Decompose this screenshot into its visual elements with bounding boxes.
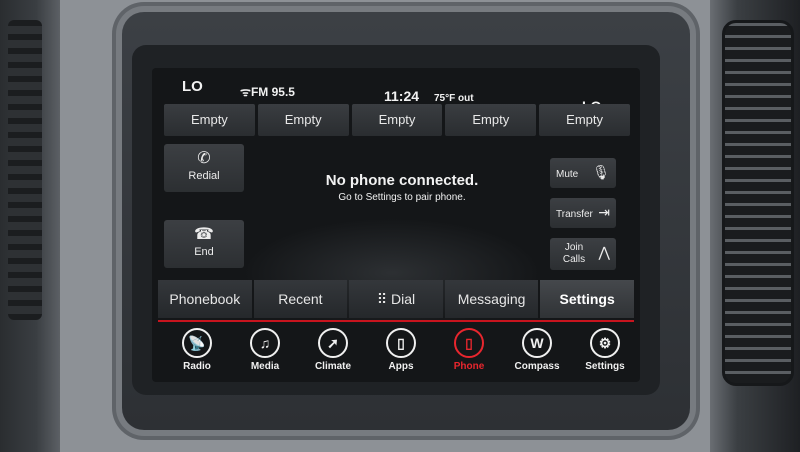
nav-settings[interactable]: ⚙ Settings <box>574 326 636 382</box>
tab-dial[interactable]: ⠿ Dial <box>349 280 443 318</box>
status-bar: LO ᯤFM 95.5 11:24 75°F out LO <box>152 68 640 114</box>
compass-icon: W <box>522 328 552 358</box>
nav-radio[interactable]: 📡 Radio <box>166 326 228 382</box>
left-temp-zone[interactable]: LO <box>182 78 203 95</box>
tab-settings[interactable]: Settings <box>540 280 634 318</box>
favorite-slot-3[interactable]: Empty <box>351 104 443 136</box>
phone-icon: ▯ <box>454 328 484 358</box>
radio-icon: 📡 <box>182 328 212 358</box>
nav-compass[interactable]: W Compass <box>506 326 568 382</box>
transfer-label: Transfer <box>556 209 593 220</box>
transfer-button[interactable]: Transfer ⇥ <box>550 198 616 228</box>
mute-label: Mute <box>556 169 579 180</box>
tab-recent[interactable]: Recent <box>253 280 348 318</box>
message-title: No phone connected. <box>325 172 479 189</box>
dashboard-left <box>0 0 60 452</box>
transfer-icon: ⇥ <box>598 204 610 220</box>
join-calls-button[interactable]: Join Calls ⋀ <box>550 238 616 270</box>
tab-messaging[interactable]: Messaging <box>444 280 539 318</box>
nav-climate[interactable]: ➚ Climate <box>302 326 364 382</box>
gear-icon: ⚙ <box>590 328 620 358</box>
left-vent <box>8 20 42 320</box>
infotainment-screen: LO ᯤFM 95.5 11:24 75°F out LO Empty Empt… <box>152 68 640 382</box>
signal-icon: ᯤ <box>240 85 251 99</box>
tab-phonebook[interactable]: Phonebook <box>158 280 252 318</box>
clock: 11:24 <box>384 88 420 104</box>
phone-tabs: Phonebook Recent ⠿ Dial Messaging Settin… <box>158 280 634 318</box>
mute-mic-icon: 🎙 <box>592 164 610 180</box>
right-vent <box>722 20 794 386</box>
join-calls-icon: ⋀ <box>598 244 610 260</box>
redial-button[interactable]: ✆ Redial <box>164 144 244 192</box>
music-note-icon: ♫ <box>250 328 280 358</box>
bottom-nav: 📡 Radio ♫ Media ➚ Climate ▯ Apps ▯ Phone… <box>166 326 636 382</box>
redial-label: Redial <box>188 170 220 182</box>
nav-phone[interactable]: ▯ Phone <box>438 326 500 382</box>
accent-divider <box>158 320 634 322</box>
climate-icon: ➚ <box>318 328 348 358</box>
phone-message: No phone connected. Go to Settings to pa… <box>272 172 532 203</box>
outside-temperature: 75°F out <box>434 93 474 104</box>
favorite-slot-4[interactable]: Empty <box>445 104 537 136</box>
end-call-button[interactable]: ☎ End <box>164 220 244 268</box>
favorite-slot-2[interactable]: Empty <box>257 104 349 136</box>
favorite-slot-5[interactable]: Empty <box>539 104 630 136</box>
end-label: End <box>194 246 214 258</box>
apps-icon: ▯ <box>386 328 416 358</box>
join-calls-label: Join Calls <box>562 242 586 265</box>
favorites-bar: Empty Empty Empty Empty Empty <box>164 104 630 136</box>
keypad-icon: ⠿ <box>376 291 388 307</box>
nav-apps[interactable]: ▯ Apps <box>370 326 432 382</box>
message-subtitle: Go to Settings to pair phone. <box>338 192 466 203</box>
radio-status: ᯤFM 95.5 <box>240 85 295 99</box>
hangup-icon: ☎ <box>194 226 214 243</box>
dashboard-right <box>710 0 800 452</box>
favorite-slot-1[interactable]: Empty <box>164 104 255 136</box>
mute-button[interactable]: Mute 🎙 <box>550 158 616 188</box>
handset-icon: ✆ <box>197 150 211 167</box>
nav-media[interactable]: ♫ Media <box>234 326 296 382</box>
